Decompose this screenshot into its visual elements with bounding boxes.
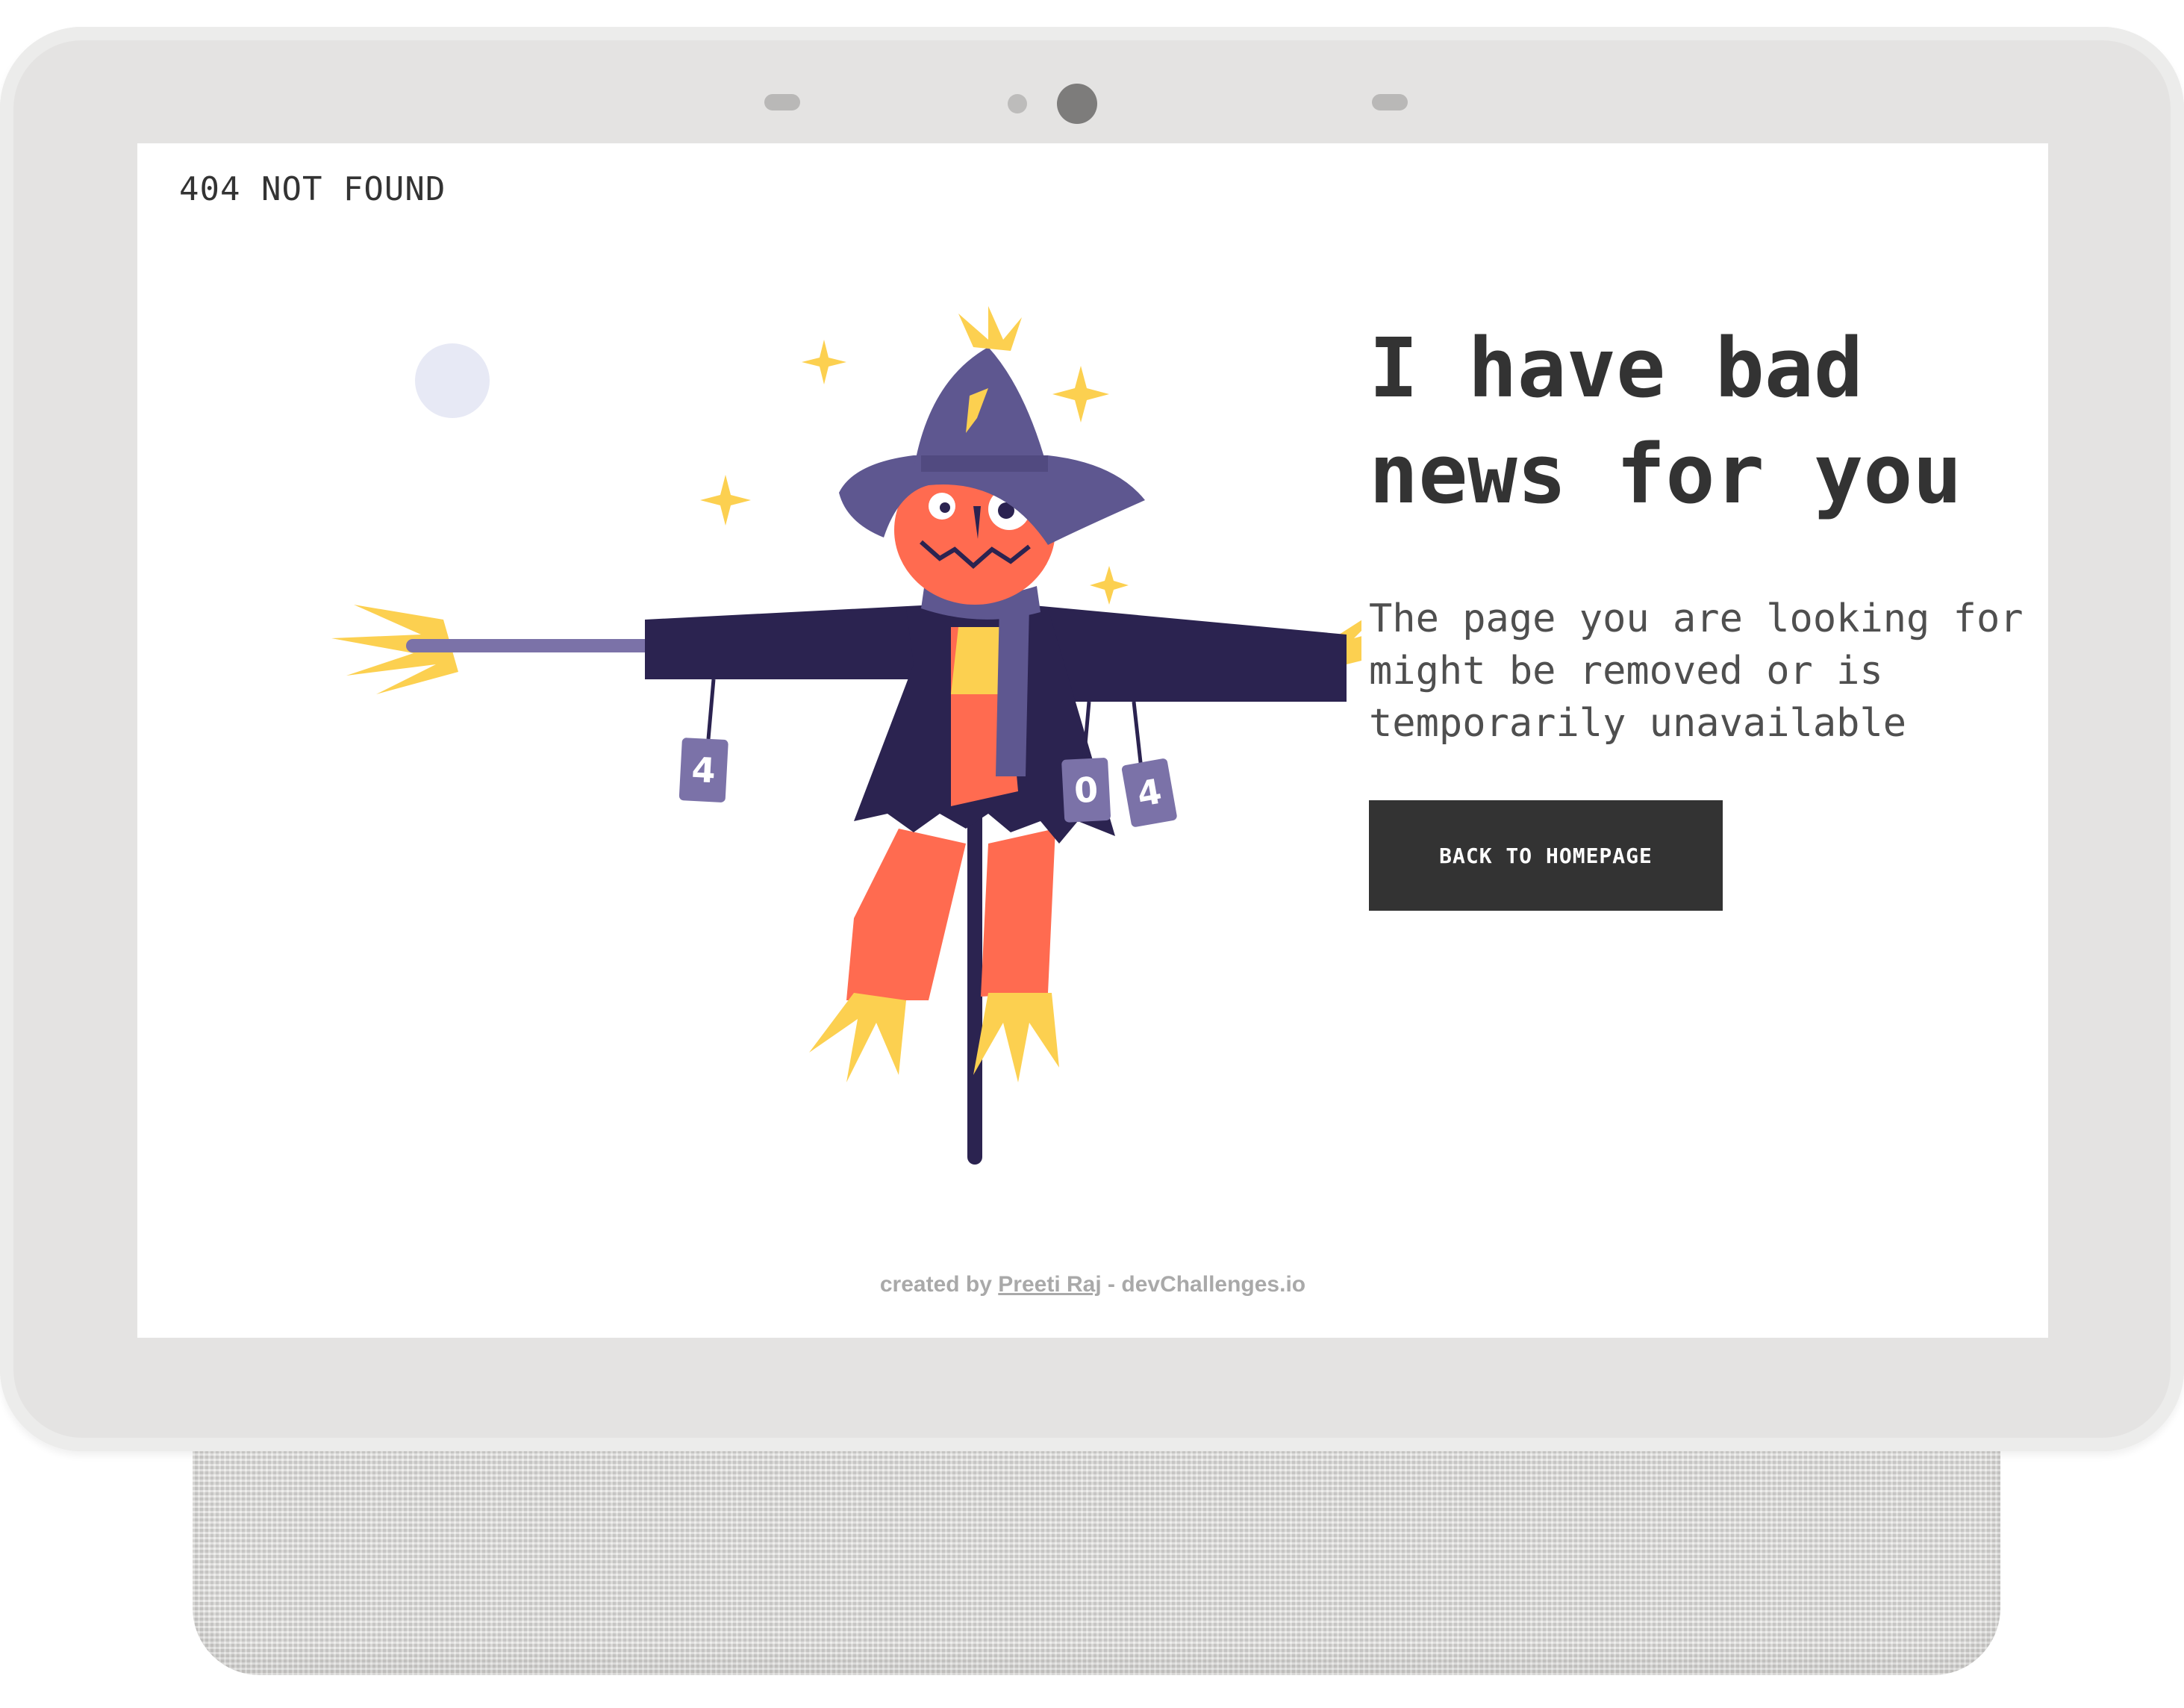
straw-foot-left bbox=[809, 993, 906, 1082]
coat-right-arm bbox=[1026, 605, 1347, 702]
coat-left-arm bbox=[645, 605, 936, 679]
brand-title: 404 NOT FOUND bbox=[179, 170, 446, 208]
sensor-left bbox=[764, 94, 800, 110]
can-label: 4 bbox=[690, 749, 717, 791]
sparkle bbox=[700, 475, 751, 526]
device-screen: 404 NOT FOUND 4 0 4 I have bad news for … bbox=[137, 143, 2048, 1338]
mic-dot bbox=[1008, 94, 1027, 113]
description: The page you are looking for might be re… bbox=[1369, 596, 2024, 746]
can-label: 0 bbox=[1073, 770, 1099, 811]
moon bbox=[415, 343, 490, 418]
shirt-collar bbox=[951, 627, 1003, 694]
site-name: devChallenges.io bbox=[1121, 1272, 1306, 1297]
back-to-homepage-button[interactable]: BACK TO HOMEPAGE bbox=[1369, 800, 1723, 911]
pole bbox=[967, 799, 982, 1165]
scarf-tail bbox=[996, 605, 1029, 776]
author-link[interactable]: Preeti Raj bbox=[998, 1272, 1101, 1297]
camera bbox=[1057, 84, 1097, 124]
hat-straw bbox=[958, 306, 1022, 351]
can-2: 0 bbox=[1061, 758, 1111, 823]
sparkle bbox=[1052, 366, 1109, 423]
can-3: 4 bbox=[1121, 758, 1177, 827]
leg-right bbox=[981, 829, 1055, 997]
sparkle bbox=[1090, 566, 1129, 605]
footer-separator: - bbox=[1108, 1272, 1116, 1297]
footer: created by Preeti Raj - devChallenges.io bbox=[137, 1272, 2048, 1297]
device-stand bbox=[193, 1451, 2000, 1675]
sensor-right bbox=[1372, 94, 1408, 110]
scarecrow-illustration: 4 0 4 bbox=[331, 306, 1361, 1165]
can-1: 4 bbox=[678, 738, 728, 802]
headline: I have bad news for you bbox=[1369, 320, 1962, 522]
sparkle bbox=[802, 340, 846, 384]
footer-prefix: created by bbox=[879, 1272, 992, 1297]
leg-left bbox=[846, 829, 966, 1000]
hat-crown bbox=[914, 347, 1048, 470]
straw-foot-right bbox=[973, 993, 1059, 1082]
hat-band bbox=[921, 455, 1048, 472]
